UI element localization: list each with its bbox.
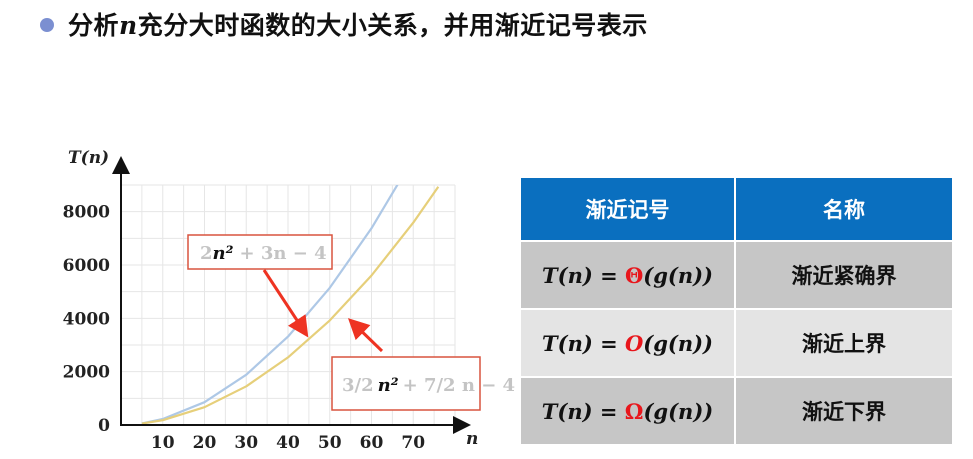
annotation-label-1: 2n² + 3n − 4 [200,243,327,264]
y-tick-label: 4000 [63,309,110,329]
x-tick-label: 10 [151,433,175,453]
y-tick-label: 2000 [63,363,110,383]
header-name: 名称 [736,178,952,240]
annotation-label-2: 3/2 n² + 7/2 n − 4 [342,375,515,396]
x-tick-label: 20 [193,433,217,453]
expr-rhs: (g(n)) [643,262,713,288]
big-o-symbol: O [625,330,644,356]
x-tick-label: 30 [234,433,258,453]
x-tick-label: 60 [360,433,384,453]
header-notation: 渐近记号 [521,178,734,240]
table-row: T(n) = O(g(n)) 渐近上界 [521,310,952,376]
y-axis-title: T(n) [68,148,109,168]
name-cell: 渐近下界 [736,378,952,444]
table-row: T(n) = Ω(g(n)) 渐近下界 [521,378,952,444]
x-tick-label: 40 [276,433,300,453]
expr-lhs: T(n) = [541,398,625,424]
name-cell: 渐近紧确界 [736,242,952,308]
notation-cell: T(n) = O(g(n)) [521,310,734,376]
expr-lhs: T(n) = [542,262,625,288]
annotation-2-coef: 3/2 [342,375,374,396]
y-tick-label: 6000 [63,256,110,276]
annotation-2-main: n² [378,375,399,396]
annotation-2-rest: + 7/2 n − 4 [403,375,515,396]
notation-cell: T(n) = Θ(g(n)) [521,242,734,308]
x-tick-label: 70 [401,433,425,453]
y-tick-label: 8000 [63,203,110,223]
theta-symbol: Θ [625,262,644,288]
x-axis-title: n [466,429,478,449]
annotation-1-coef: 2 [200,243,213,264]
name-cell: 渐近上界 [736,310,952,376]
table-row: T(n) = Θ(g(n)) 渐近紧确界 [521,242,952,308]
notation-table: 渐近记号 名称 T(n) = Θ(g(n)) 渐近紧确界 T(n) = O(g(… [519,176,954,446]
y-tick-label: 0 [98,416,110,436]
annotation-arrow-1 [262,269,309,338]
expr-rhs: (g(n)) [643,398,714,424]
annotation-arrow-2 [347,318,384,353]
omega-symbol: Ω [624,398,644,424]
table-header-row: 渐近记号 名称 [521,178,952,240]
annotation-1-rest: + 3n − 4 [240,243,327,264]
x-tick-label: 50 [318,433,342,453]
notation-cell: T(n) = Ω(g(n)) [521,378,734,444]
expr-lhs: T(n) = [542,330,625,356]
expr-rhs: (g(n)) [643,330,713,356]
annotation-1-main: n² [213,243,234,264]
